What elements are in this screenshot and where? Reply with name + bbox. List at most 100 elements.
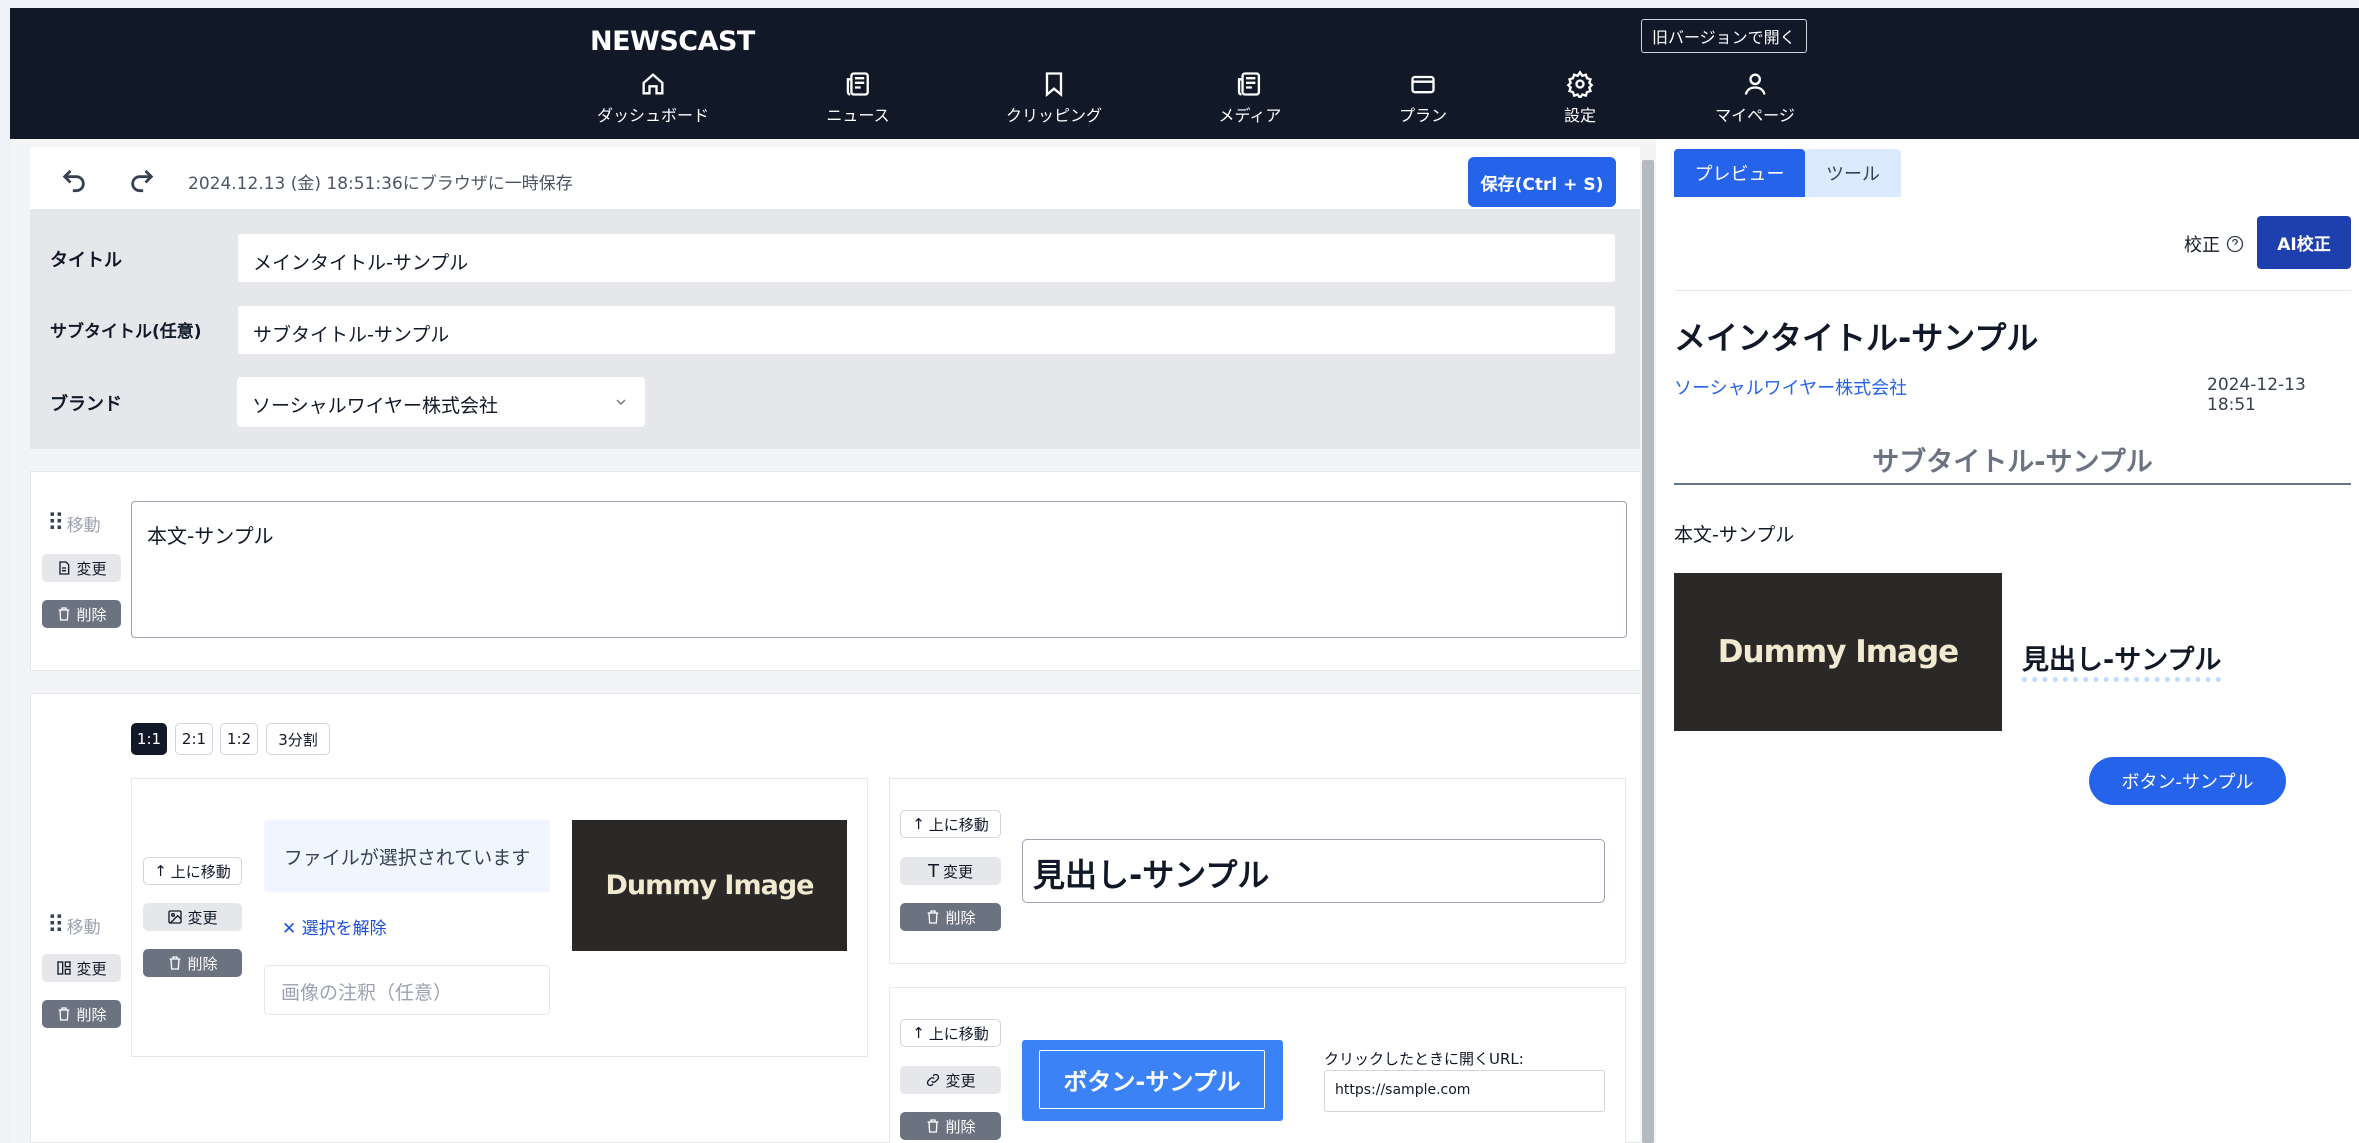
delete-button[interactable]: 削除 (143, 949, 242, 977)
preview-heading: 見出し-サンプル (2022, 638, 2222, 682)
tab-preview[interactable]: プレビュー (1674, 149, 1805, 197)
delete-label: 削除 (76, 1005, 107, 1024)
ai-proof-button[interactable]: AI校正 (2257, 216, 2351, 269)
nav-item-mypage[interactable]: マイページ (1715, 70, 1795, 126)
change-label: 変更 (945, 1071, 976, 1090)
url-label: クリックしたときに開くURL: (1324, 1050, 1524, 1068)
button-change-button[interactable]: 変更 (900, 1066, 1001, 1094)
arrow-up-icon: ↑ (912, 1024, 925, 1042)
trash-icon (59, 607, 70, 621)
drag-dots-icon: ⠿ (47, 911, 65, 939)
deselect-label: 選択を解除 (301, 919, 387, 939)
preview-body: 本文-サンプル (1674, 524, 1795, 546)
ratio-2-1-button[interactable]: 2:1 (175, 723, 213, 755)
brand-logo[interactable]: NEWSCAST (590, 26, 755, 57)
redo-button[interactable] (128, 165, 156, 193)
preview-dummy-image: Dummy Image (1674, 573, 2002, 731)
image-caption-input[interactable]: 画像の注釈（任意） (264, 965, 550, 1015)
nav-item-media[interactable]: メディア (1218, 70, 1282, 126)
change-label: 変更 (187, 908, 218, 927)
delete-button[interactable]: 削除 (900, 903, 1001, 931)
proof-label[interactable]: 校正 (2184, 231, 2244, 257)
arrow-up-icon: ↑ (912, 815, 925, 833)
change-button[interactable]: 変更 (42, 554, 121, 582)
subtitle-input[interactable]: サブタイトル-サンプル (237, 305, 1616, 355)
nav-item-label: ニュース (826, 106, 890, 125)
move-up-label: 上に移動 (928, 815, 989, 834)
old-version-button[interactable]: 旧バージョンで開く (1641, 19, 1807, 53)
top-navbar: NEWSCAST 旧バージョンで開く ダッシュボード ニュース クリッピング メ… (10, 8, 2359, 139)
nav-item-label: クリッピング (1005, 106, 1103, 125)
ratio-1-2-button[interactable]: 1:2 (220, 723, 258, 755)
document-icon (59, 561, 70, 575)
layout-icon (57, 961, 72, 975)
nav-item-settings[interactable]: 設定 (1564, 70, 1596, 126)
redo-icon (131, 169, 154, 193)
save-button[interactable]: 保存(Ctrl + S) (1468, 157, 1616, 207)
change-label: 変更 (942, 862, 973, 881)
heading-input[interactable]: 見出し-サンプル (1022, 839, 1605, 903)
bookmark-icon (1045, 72, 1063, 97)
text-type-icon: T (927, 860, 939, 882)
nav-item-plan[interactable]: プラン (1399, 70, 1447, 126)
delete-label: 削除 (945, 908, 976, 927)
move-up-button[interactable]: ↑ 上に移動 (900, 1019, 1001, 1047)
newspaper-icon (846, 72, 869, 96)
sample-button-preview[interactable]: ボタン-サンプル (1022, 1040, 1283, 1121)
title-input[interactable]: メインタイトル-サンプル (237, 233, 1616, 283)
delete-button[interactable]: 削除 (42, 1000, 121, 1028)
trash-icon (170, 956, 181, 970)
brand-select[interactable]: ソーシャルワイヤー株式会社 (237, 377, 645, 427)
deselect-link[interactable]: ✕ 選択を解除 (282, 914, 387, 939)
delete-button[interactable]: 削除 (42, 600, 121, 628)
move-up-label: 上に移動 (928, 1024, 989, 1043)
preview-sample-button[interactable]: ボタン-サンプル (2089, 757, 2286, 805)
url-input[interactable]: https://sample.com (1324, 1070, 1605, 1112)
preview-subtitle-underline (1674, 483, 2351, 485)
nav-item-label: マイページ (1715, 106, 1795, 125)
editor-scrollbar-thumb[interactable] (1642, 160, 1654, 1143)
arrow-up-icon: ↑ (154, 862, 167, 880)
tab-tools[interactable]: ツール (1805, 149, 1901, 197)
subtitle-label: サブタイトル(任意) (50, 322, 202, 342)
drag-label: 移動 (66, 917, 101, 938)
nav-item-dashboard[interactable]: ダッシュボード (597, 70, 709, 126)
body-textarea[interactable]: 本文-サンプル (131, 501, 1627, 638)
nav-item-clipping[interactable]: クリッピング (1006, 70, 1102, 126)
undo-button[interactable] (60, 165, 88, 193)
help-circle-icon (2226, 235, 2244, 253)
image-icon (168, 910, 183, 924)
heading-change-button[interactable]: T 変更 (900, 857, 1001, 885)
chevron-down-icon (616, 399, 626, 405)
ratio-1-1-button[interactable]: 1:1 (131, 723, 167, 755)
drag-handle[interactable]: ⠿ 移動 (47, 911, 101, 939)
proof-text: 校正 (2184, 235, 2220, 256)
brand-label: ブランド (50, 394, 122, 415)
delete-label: 削除 (945, 1117, 976, 1136)
image-change-button[interactable]: 変更 (143, 903, 242, 931)
preview-company-link[interactable]: ソーシャルワイヤー株式会社 (1674, 374, 1907, 400)
nav-item-label: 設定 (1563, 106, 1597, 125)
delete-button[interactable]: 削除 (900, 1112, 1001, 1140)
drag-label: 移動 (66, 515, 101, 536)
move-up-button[interactable]: ↑ 上に移動 (143, 857, 242, 885)
nav-item-news[interactable]: ニュース (826, 70, 890, 126)
nav-item-label: メディア (1218, 106, 1282, 125)
credit-card-icon (1411, 75, 1435, 94)
drag-handle[interactable]: ⠿ 移動 (47, 509, 101, 537)
newspaper-icon (1238, 72, 1261, 96)
move-up-label: 上に移動 (170, 862, 231, 881)
home-icon (642, 73, 664, 95)
editor-toolbar: 2024.12.13 (金) 18:51:36にブラウザに一時保存 保存(Ctr… (30, 147, 1650, 209)
move-up-button[interactable]: ↑ 上に移動 (900, 810, 1001, 838)
preview-date: 2024-12-13 18:51 (2207, 375, 2306, 415)
drag-dots-icon: ⠿ (47, 509, 65, 537)
gear-icon (1566, 70, 1594, 98)
autosave-status: 2024.12.13 (金) 18:51:36にブラウザに一時保存 (188, 174, 573, 194)
app-root: NEWSCAST 旧バージョンで開く ダッシュボード ニュース クリッピング メ… (0, 0, 2359, 1143)
user-icon (1744, 73, 1766, 95)
brand-select-value: ソーシャルワイヤー株式会社 (252, 395, 499, 417)
change-label: 変更 (76, 559, 107, 578)
layout-change-button[interactable]: 変更 (42, 954, 121, 982)
ratio-thirds-button[interactable]: 3分割 (266, 723, 330, 755)
